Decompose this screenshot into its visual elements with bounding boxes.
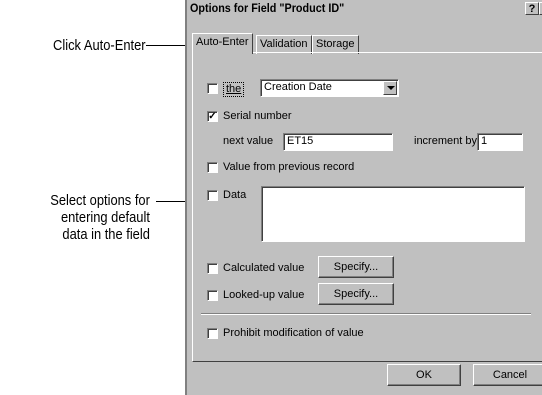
calculated-value-label: Calculated value xyxy=(223,262,305,274)
data-label: Data xyxy=(223,189,247,201)
calculated-value-checkbox[interactable] xyxy=(207,263,218,274)
previous-record-label: Value from previous record xyxy=(223,161,355,173)
calculated-specify-button[interactable]: Specify... xyxy=(318,256,394,278)
chevron-down-icon[interactable] xyxy=(383,81,397,95)
data-checkbox[interactable] xyxy=(207,190,218,201)
increment-field[interactable]: 1 xyxy=(477,133,523,151)
ok-button[interactable]: OK xyxy=(387,364,461,386)
data-textarea[interactable] xyxy=(261,186,525,242)
the-dropdown-value: Creation Date xyxy=(264,81,332,93)
looked-up-value-checkbox[interactable] xyxy=(207,290,218,301)
callout-select-options: Select options for entering default data… xyxy=(50,192,150,243)
tab-auto-enter[interactable]: Auto-Enter xyxy=(192,33,253,54)
callout-line-3: data in the field xyxy=(62,226,150,243)
increment-label: increment by xyxy=(414,135,477,147)
looked-up-specify-button[interactable]: Specify... xyxy=(318,283,394,305)
next-value-label: next value xyxy=(223,135,274,147)
next-value-field[interactable]: ET15 xyxy=(283,133,393,151)
looked-up-value-label: Looked-up value xyxy=(223,289,305,301)
callout-line-2: entering default xyxy=(61,209,150,226)
the-checkbox[interactable] xyxy=(207,83,218,94)
serial-number-label: Serial number xyxy=(223,110,292,122)
cancel-button[interactable]: Cancel xyxy=(473,364,542,386)
help-button[interactable]: ? xyxy=(525,2,539,15)
the-dropdown[interactable]: Creation Date xyxy=(260,79,399,97)
previous-record-checkbox[interactable] xyxy=(207,162,218,173)
dialog-title: Options for Field "Product ID" xyxy=(190,1,345,15)
callout-click-auto-enter: Click Auto-Enter xyxy=(53,37,146,54)
title-bar: Options for Field "Product ID" ? X xyxy=(187,0,542,17)
callout-line-1: Select options for xyxy=(50,192,150,209)
callout-line-tab xyxy=(146,45,188,46)
separator xyxy=(201,313,531,315)
prohibit-modification-label: Prohibit modification of value xyxy=(223,327,364,339)
the-label: the xyxy=(223,82,245,97)
prohibit-modification-checkbox[interactable] xyxy=(207,328,218,339)
options-dialog: Options for Field "Product ID" ? X Auto-… xyxy=(185,0,542,395)
serial-number-checkbox[interactable]: ✓ xyxy=(207,111,218,122)
